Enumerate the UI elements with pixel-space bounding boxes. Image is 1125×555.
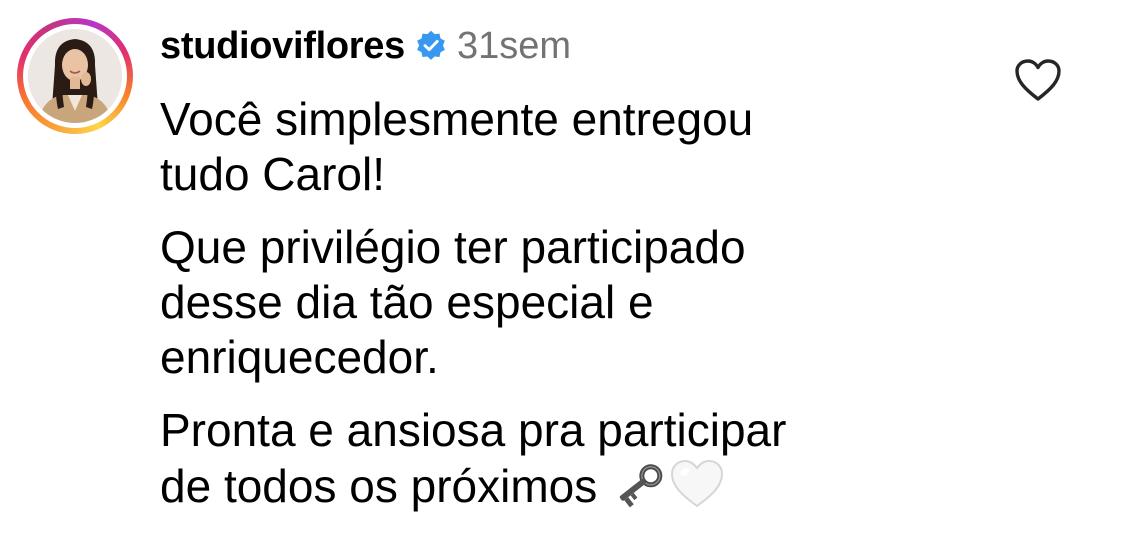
avatar-photo	[28, 29, 122, 123]
like-button[interactable]	[1013, 57, 1063, 103]
comment-header: studioviflores 31sem	[160, 20, 571, 72]
comment-text: Você simplesmente entregou tudo Carol! Q…	[160, 92, 960, 522]
white-heart-emoji	[668, 458, 726, 522]
comment: studioviflores 31sem Você simplesmente e…	[0, 0, 1125, 555]
old-key-emoji	[610, 460, 668, 522]
comment-paragraph: Pronta e ansiosa pra participar de todos…	[160, 403, 960, 522]
comment-paragraph: Que privilégio ter participado desse dia…	[160, 221, 746, 383]
avatar-story-ring[interactable]	[17, 18, 133, 134]
verified-badge-icon	[415, 30, 447, 62]
comment-timestamp[interactable]: 31sem	[457, 25, 571, 68]
comment-paragraph: Você simplesmente entregou tudo Carol!	[160, 93, 754, 200]
avatar[interactable]	[28, 29, 122, 123]
username[interactable]: studioviflores	[160, 25, 405, 68]
heart-outline-icon	[1015, 59, 1061, 101]
